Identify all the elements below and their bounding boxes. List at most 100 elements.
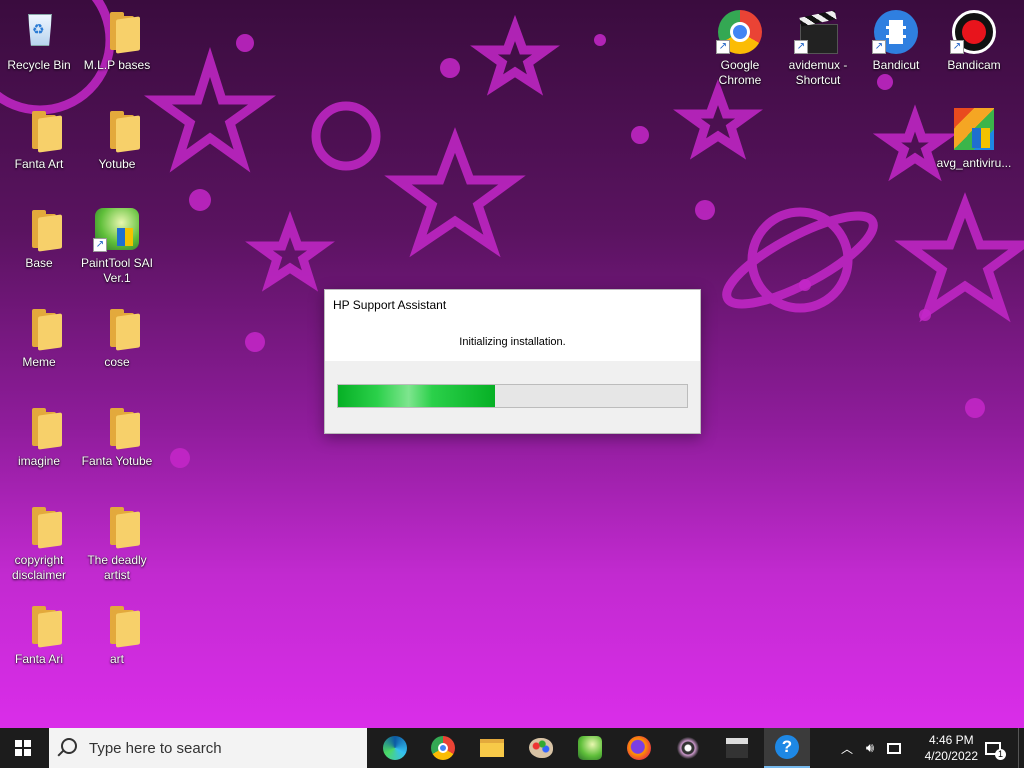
icon-label: Yotube (98, 157, 136, 171)
moon-shape (542, 100, 645, 203)
show-hidden-icons-button[interactable]: ︿ (836, 728, 858, 768)
clock-date: 4/20/2022 (924, 749, 978, 763)
icon-label: Recycle Bin (7, 58, 71, 72)
taskbar-paint[interactable] (518, 728, 564, 768)
icon-label: Fanta Art (14, 157, 64, 171)
desktop-icon-folder[interactable]: cose (78, 305, 156, 370)
desktop-icon-google-chrome[interactable]: ↗ Google Chrome (701, 8, 779, 88)
folder-icon (15, 404, 63, 452)
hp-support-assistant-dialog: HP Support Assistant Initializing instal… (324, 289, 701, 434)
folder-icon (93, 404, 141, 452)
speaker-icon: 🔊︎ (865, 740, 875, 755)
volume-button[interactable]: 🔊︎ (858, 728, 882, 768)
taskbar-obs[interactable] (665, 728, 711, 768)
icon-label: Bandicam (947, 58, 1001, 72)
palette-icon (529, 738, 553, 758)
taskbar-file-explorer[interactable] (469, 728, 515, 768)
taskbar: Type here to search ? ︿ 🔊︎ 4:46 PM 4/20/… (0, 728, 1024, 768)
avg-icon (950, 106, 998, 154)
folder-icon (15, 206, 63, 254)
painttool-sai-icon: ↗ (93, 206, 141, 254)
start-button[interactable] (0, 728, 46, 768)
desktop-icon-folder[interactable]: The deadly artist (78, 503, 156, 583)
desktop-icon-folder[interactable]: imagine (0, 404, 78, 469)
desktop-icon-folder[interactable]: copyright disclaimer (0, 503, 78, 583)
search-placeholder: Type here to search (89, 740, 222, 757)
painttool-sai-icon (578, 736, 602, 760)
desktop-icon-avidemux[interactable]: ↗ avidemux - Shortcut (779, 8, 857, 88)
desktop-icon-folder[interactable]: M.L.P bases (78, 8, 156, 73)
desktop-icon-bandicut[interactable]: ↗ Bandicut (857, 8, 935, 73)
folder-icon (93, 305, 141, 353)
dialog-message: Initializing installation. (459, 336, 566, 348)
desktop-icon-folder[interactable]: Fanta Art (0, 107, 78, 172)
folder-icon (15, 503, 63, 551)
folder-icon (93, 8, 141, 56)
installation-progress-bar (337, 384, 688, 408)
icon-label: M.L.P bases (83, 58, 151, 72)
windows-logo-icon (15, 740, 31, 756)
action-center-button[interactable]: 1 (980, 728, 1006, 768)
chrome-icon (431, 736, 455, 760)
folder-icon (15, 602, 63, 650)
dialog-title: HP Support Assistant (333, 298, 447, 312)
icon-label: Google Chrome (718, 58, 762, 87)
film-icon: ↗ (872, 8, 920, 56)
notification-count: 1 (995, 748, 1006, 760)
icon-label: art (109, 652, 124, 666)
icon-label: Fanta Ari (14, 652, 64, 666)
taskbar-painttool-sai[interactable] (567, 728, 613, 768)
folder-icon (93, 602, 141, 650)
desktop-icon-avg-antivirus[interactable]: avg_antiviru... (935, 106, 1013, 171)
icon-label: copyright disclaimer (11, 553, 66, 582)
taskbar-firefox[interactable] (616, 728, 662, 768)
taskbar-search-box[interactable]: Type here to search (49, 728, 367, 768)
desktop-icon-painttool-sai[interactable]: ↗ PaintTool SAI Ver.1 (78, 206, 156, 286)
record-icon: ↗ (950, 8, 998, 56)
icon-label: PaintTool SAI Ver.1 (80, 256, 154, 285)
taskbar-chrome[interactable] (420, 728, 466, 768)
icon-label: cose (104, 355, 130, 369)
desktop-icon-folder[interactable]: Fanta Ari (0, 602, 78, 667)
icon-label: Bandicut (872, 58, 920, 72)
folder-icon (15, 107, 63, 155)
icon-label: Fanta Yotube (81, 454, 153, 468)
folder-icon (480, 739, 504, 757)
folder-icon (93, 107, 141, 155)
taskbar-hp-support-assistant[interactable]: ? (764, 728, 810, 768)
icon-label: Meme (22, 355, 56, 369)
desktop-icon-folder[interactable]: Base (0, 206, 78, 271)
clapperboard-icon: ↗ (794, 8, 842, 56)
dialog-footer (325, 361, 700, 433)
icon-label: avg_antiviru... (936, 156, 1012, 170)
network-icon (887, 742, 901, 754)
icon-label: avidemux - Shortcut (788, 58, 848, 87)
icon-label: Base (25, 256, 53, 270)
help-question-icon: ? (775, 735, 799, 759)
clock-time: 4:46 PM (928, 733, 974, 747)
desktop-icon-folder[interactable]: art (78, 602, 156, 667)
taskbar-edge[interactable] (372, 728, 418, 768)
folder-icon (93, 503, 141, 551)
desktop-icon-bandicam[interactable]: ↗ Bandicam (935, 8, 1013, 73)
camera-lens-icon (677, 737, 699, 759)
desktop-icon-folder[interactable]: Yotube (78, 107, 156, 172)
taskbar-avidemux[interactable] (714, 728, 760, 768)
recycle-bin-icon: ♻ (15, 8, 63, 56)
firefox-icon (627, 736, 651, 760)
desktop-icon-recycle-bin[interactable]: ♻ Recycle Bin (0, 8, 78, 73)
show-desktop-button[interactable] (1018, 728, 1024, 768)
notification-icon: 1 (985, 741, 1006, 760)
chevron-up-icon: ︿ (840, 741, 853, 756)
network-button[interactable] (882, 728, 906, 768)
desktop-icon-folder[interactable]: Meme (0, 305, 78, 370)
edge-icon (383, 736, 407, 760)
search-icon (61, 738, 77, 754)
progress-bar-fill (338, 385, 496, 407)
icon-label: imagine (17, 454, 61, 468)
chrome-icon: ↗ (716, 8, 764, 56)
taskbar-clock[interactable]: 4:46 PM 4/20/2022 (925, 732, 978, 764)
folder-icon (15, 305, 63, 353)
desktop-icon-folder[interactable]: Fanta Yotube (78, 404, 156, 469)
clapperboard-icon (726, 738, 748, 758)
